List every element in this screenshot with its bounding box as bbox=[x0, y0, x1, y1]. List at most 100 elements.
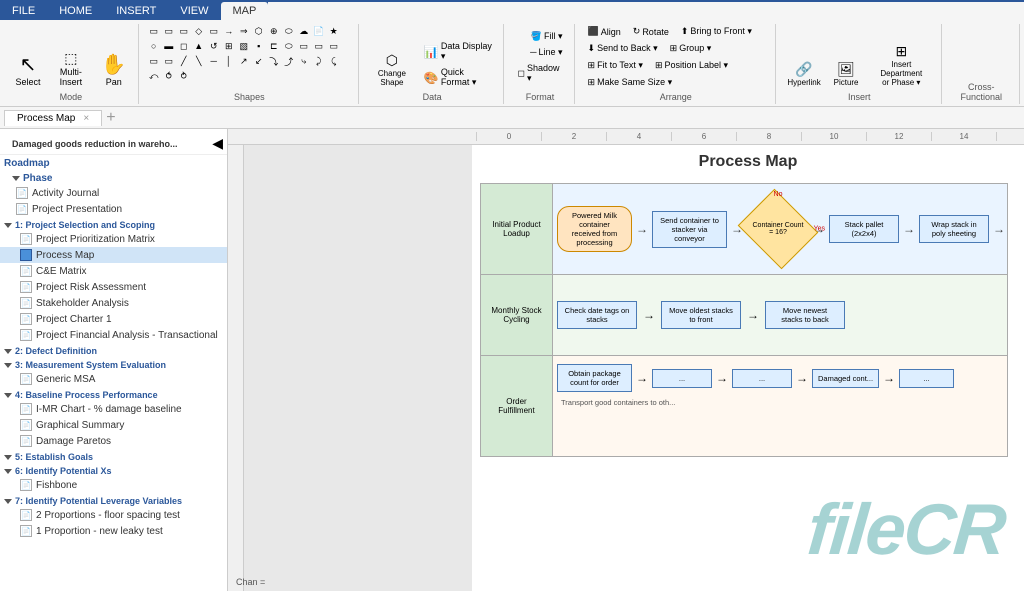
shape-star[interactable]: ★ bbox=[327, 24, 341, 38]
shape-plus[interactable]: ⊕ bbox=[267, 24, 281, 38]
node-container-count[interactable]: Container Count = 16? No Yes bbox=[747, 203, 809, 255]
rotate-button[interactable]: ↻ Rotate bbox=[628, 24, 674, 39]
picture-button[interactable]: 🖼 Picture bbox=[826, 34, 866, 90]
section3-header[interactable]: 3: Measurement System Evaluation bbox=[0, 357, 227, 371]
shape-r12[interactable]: ▭ bbox=[327, 39, 341, 53]
nav-damage-paretos[interactable]: 📄 Damage Paretos bbox=[0, 433, 227, 449]
shape-r1[interactable]: ▬ bbox=[162, 39, 176, 53]
nav-proportions2[interactable]: 📄 1 Proportion - new leaky test bbox=[0, 523, 227, 539]
section6-header[interactable]: 6: Identify Potential Xs bbox=[0, 463, 227, 477]
shape-doc2[interactable]: 📄 bbox=[312, 24, 326, 38]
make-same-size-button[interactable]: ⊞ Make Same Size ▾ bbox=[583, 75, 678, 90]
nav-activity-journal[interactable]: 📄 Activity Journal bbox=[0, 185, 227, 201]
nav-prioritization[interactable]: 📄 Project Prioritization Matrix bbox=[0, 231, 227, 247]
shape-r14[interactable]: ▭ bbox=[162, 54, 176, 68]
shape-r3[interactable]: ▲ bbox=[192, 39, 206, 53]
shape-r10[interactable]: ▭ bbox=[297, 39, 311, 53]
fill-button[interactable]: 🪣 Fill ▾ bbox=[526, 29, 568, 44]
nav-ce-matrix[interactable]: 📄 C&E Matrix bbox=[0, 263, 227, 279]
shape-diamond[interactable]: ◇ bbox=[192, 24, 206, 38]
nav-msa[interactable]: 📄 Generic MSA bbox=[0, 371, 227, 387]
shape-r11[interactable]: ▭ bbox=[312, 39, 326, 53]
shape-r16[interactable]: ╲ bbox=[192, 54, 206, 68]
shape-r4[interactable]: ↺ bbox=[207, 39, 221, 53]
shape-r6[interactable]: ▧ bbox=[237, 39, 251, 53]
node-of-2[interactable]: ... bbox=[652, 369, 712, 388]
shape-rect[interactable]: ▭ bbox=[147, 24, 161, 38]
position-button[interactable]: ⊞ Position Label ▾ bbox=[650, 58, 733, 73]
section2-header[interactable]: 2: Defect Definition bbox=[0, 343, 227, 357]
node-package-count[interactable]: Obtain package count for order bbox=[557, 364, 632, 392]
shape-r13[interactable]: ▭ bbox=[147, 54, 161, 68]
bring-front-button[interactable]: ⬆ Bring to Front ▾ bbox=[676, 24, 757, 39]
phase-section[interactable]: Phase bbox=[0, 170, 227, 185]
group-button[interactable]: ⊞ Group ▾ bbox=[665, 41, 717, 56]
panel-collapse-button[interactable]: ◀ bbox=[212, 135, 223, 152]
shape-r20[interactable]: ↙ bbox=[252, 54, 266, 68]
tab-map[interactable]: MAP bbox=[221, 2, 269, 21]
shape-r15[interactable]: ╱ bbox=[177, 54, 191, 68]
tab-close-button[interactable]: × bbox=[83, 113, 89, 124]
shadow-button[interactable]: ◻ Shadow ▾ bbox=[512, 61, 567, 86]
shape-r18[interactable]: │ bbox=[222, 54, 236, 68]
shape-r5[interactable]: ⊞ bbox=[222, 39, 236, 53]
shape-rect4[interactable]: ▭ bbox=[207, 24, 221, 38]
node-stack-pallet[interactable]: Stack pallet (2x2x4) bbox=[829, 215, 899, 243]
fit-text-button[interactable]: ⊞ Fit to Text ▾ bbox=[583, 58, 648, 73]
shape-r7[interactable]: ▪ bbox=[252, 39, 266, 53]
shape-r9[interactable]: ⬭ bbox=[282, 39, 296, 53]
shape-ellipse[interactable]: ⬭ bbox=[282, 24, 296, 38]
multi-insert-button[interactable]: ⬚ Multi-Insert bbox=[48, 34, 94, 90]
nav-stakeholder[interactable]: 📄 Stakeholder Analysis bbox=[0, 295, 227, 311]
line-button[interactable]: ─ Line ▾ bbox=[525, 45, 567, 60]
pan-button[interactable]: ✋ Pan bbox=[96, 34, 132, 90]
shape-r28[interactable]: ⥁ bbox=[177, 69, 191, 83]
shape-r19[interactable]: ↗ bbox=[237, 54, 251, 68]
send-back-button[interactable]: ⬇ Send to Back ▾ bbox=[583, 41, 663, 56]
shape-r17[interactable]: ─ bbox=[207, 54, 221, 68]
nav-project-presentation[interactable]: 📄 Project Presentation bbox=[0, 201, 227, 217]
shape-rect2[interactable]: ▭ bbox=[162, 24, 176, 38]
shape-r23[interactable]: ⤷ bbox=[297, 54, 311, 68]
change-shape-button[interactable]: ⬡ ChangeShape bbox=[367, 34, 417, 90]
node-damaged-cont[interactable]: Damaged cont... bbox=[812, 369, 879, 388]
nav-graphical-summary[interactable]: 📄 Graphical Summary bbox=[0, 417, 227, 433]
nav-proportions1[interactable]: 📄 2 Proportions - floor spacing test bbox=[0, 507, 227, 523]
insert-dept-button[interactable]: ⊞ Insert Departmentor Phase ▾ bbox=[868, 34, 935, 90]
tab-view[interactable]: VIEW bbox=[168, 2, 220, 20]
process-map-tab[interactable]: Process Map × bbox=[4, 110, 102, 126]
tab-insert[interactable]: INSERT bbox=[104, 2, 168, 20]
process-canvas[interactable]: Process Map Initial ProductLoadup Powere… bbox=[472, 145, 1024, 591]
node-of-3[interactable]: ... bbox=[732, 369, 792, 388]
node-wrap-stack[interactable]: Wrap stack in poly sheeting bbox=[919, 215, 989, 243]
node-of-5[interactable]: ... bbox=[899, 369, 954, 388]
tab-home[interactable]: HOME bbox=[47, 2, 104, 20]
nav-risk-assessment[interactable]: 📄 Project Risk Assessment bbox=[0, 279, 227, 295]
shape-r26[interactable]: ⤺ bbox=[147, 69, 161, 83]
section7-header[interactable]: 7: Identify Potential Leverage Variables bbox=[0, 493, 227, 507]
tab-file[interactable]: FILE bbox=[0, 2, 47, 20]
select-button[interactable]: ↖ Select bbox=[10, 34, 46, 90]
nav-financial[interactable]: 📄 Project Financial Analysis - Transacti… bbox=[0, 327, 227, 343]
shape-r27[interactable]: ⥀ bbox=[162, 69, 176, 83]
new-tab-button[interactable]: + bbox=[106, 109, 115, 127]
shape-r21[interactable]: ⤵ bbox=[267, 54, 281, 68]
quick-format-button[interactable]: 🎨 Quick Format ▾ bbox=[419, 65, 498, 90]
section4-header[interactable]: 4: Baseline Process Performance bbox=[0, 387, 227, 401]
shape-arrow1[interactable]: → bbox=[222, 24, 236, 38]
node-powered-milk[interactable]: Powered Milk container received from pro… bbox=[557, 206, 632, 252]
nav-fishbone[interactable]: 📄 Fishbone bbox=[0, 477, 227, 493]
data-display-button[interactable]: 📊 Data Display ▾ bbox=[419, 39, 498, 64]
section5-header[interactable]: 5: Establish Goals bbox=[0, 449, 227, 463]
hyperlink-button[interactable]: 🔗 Hyperlink bbox=[784, 34, 824, 90]
node-move-newest[interactable]: Move newest stacks to back bbox=[765, 301, 845, 329]
shape-hex[interactable]: ⬡ bbox=[252, 24, 266, 38]
nav-process-map[interactable]: Process Map bbox=[0, 247, 227, 263]
node-check-date[interactable]: Check date tags on stacks bbox=[557, 301, 637, 329]
nav-charter[interactable]: 📄 Project Charter 1 bbox=[0, 311, 227, 327]
shape-circ[interactable]: ○ bbox=[147, 39, 161, 53]
shape-r8[interactable]: ⊏ bbox=[267, 39, 281, 53]
shape-rect3[interactable]: ▭ bbox=[177, 24, 191, 38]
align-button[interactable]: ⬛ Align bbox=[583, 24, 626, 39]
shape-cloud[interactable]: ☁ bbox=[297, 24, 311, 38]
